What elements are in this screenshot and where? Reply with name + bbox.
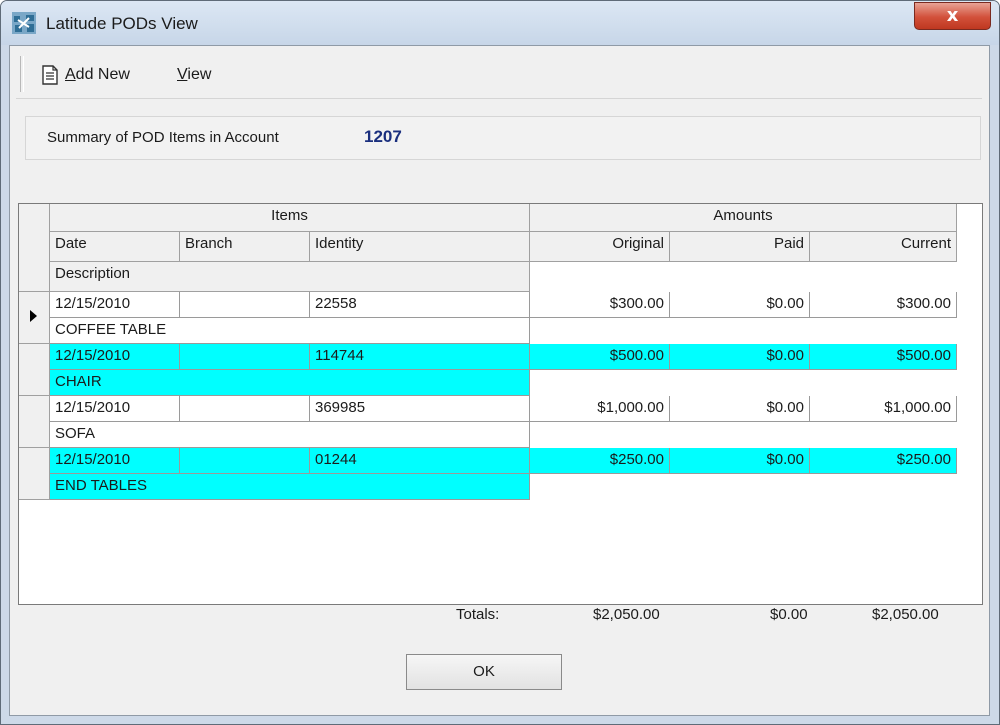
pod-items-grid[interactable]: Items Amounts Date Branch Identity Origi… xyxy=(18,203,983,605)
cell-date[interactable]: 12/15/2010 xyxy=(50,396,180,422)
column-header-branch[interactable]: Branch xyxy=(180,232,310,262)
group-header-amounts: Amounts xyxy=(530,204,957,232)
column-header-original[interactable]: Original xyxy=(530,232,670,262)
close-icon: x xyxy=(946,5,959,26)
cell-date[interactable]: 12/15/2010 xyxy=(50,448,180,474)
group-header-items: Items xyxy=(50,204,530,232)
add-new-label: Add New xyxy=(65,66,130,83)
client-area: Add New View Summary of POD Items in Acc… xyxy=(9,45,990,716)
cell-branch[interactable] xyxy=(180,448,310,474)
cell-original[interactable]: $1,000.00 xyxy=(530,396,670,422)
cell-original[interactable]: $300.00 xyxy=(530,292,670,318)
document-icon xyxy=(42,65,58,85)
cell-current[interactable]: $250.00 xyxy=(810,448,957,474)
account-number: 1207 xyxy=(364,127,402,146)
toolbar: Add New View xyxy=(16,50,982,99)
view-label: View xyxy=(177,66,212,83)
cell-paid[interactable]: $0.00 xyxy=(670,396,810,422)
total-paid: $0.00 xyxy=(770,606,808,623)
cell-original[interactable]: $500.00 xyxy=(530,344,670,370)
current-row-arrow-icon xyxy=(30,310,37,322)
column-header-current[interactable]: Current xyxy=(810,232,957,262)
cell-identity[interactable]: 22558 xyxy=(310,292,530,318)
cell-description[interactable]: SOFA xyxy=(50,422,530,448)
cell-description[interactable]: COFFEE TABLE xyxy=(50,318,530,344)
view-menu-button[interactable]: View xyxy=(177,62,211,88)
totals-label: Totals: xyxy=(456,606,500,623)
cell-identity[interactable]: 369985 xyxy=(310,396,530,422)
cell-identity[interactable]: 01244 xyxy=(310,448,530,474)
cell-description[interactable]: CHAIR xyxy=(50,370,530,396)
toolbar-grip[interactable] xyxy=(20,56,24,92)
row-selector[interactable] xyxy=(19,448,50,500)
cell-current[interactable]: $1,000.00 xyxy=(810,396,957,422)
summary-panel: Summary of POD Items in Account 1207 xyxy=(25,116,981,160)
column-header-date[interactable]: Date xyxy=(50,232,180,262)
grid-corner xyxy=(19,204,50,292)
row-selector[interactable] xyxy=(19,396,50,448)
cell-paid[interactable]: $0.00 xyxy=(670,292,810,318)
cell-original[interactable]: $250.00 xyxy=(530,448,670,474)
window-title: Latitude PODs View xyxy=(46,14,198,33)
cell-paid[interactable]: $0.00 xyxy=(670,344,810,370)
pods-view-window: Latitude PODs View x Add New View Summar… xyxy=(0,0,1000,725)
cell-identity[interactable]: 114744 xyxy=(310,344,530,370)
total-current: $2,050.00 xyxy=(872,606,939,623)
title-bar[interactable]: Latitude PODs View x xyxy=(1,1,999,45)
row-selector[interactable] xyxy=(19,344,50,396)
column-header-identity[interactable]: Identity xyxy=(310,232,530,262)
cell-description[interactable]: END TABLES xyxy=(50,474,530,500)
summary-label: Summary of POD Items in Account xyxy=(47,129,279,146)
cell-current[interactable]: $500.00 xyxy=(810,344,957,370)
column-header-paid[interactable]: Paid xyxy=(670,232,810,262)
cell-date[interactable]: 12/15/2010 xyxy=(50,292,180,318)
close-button[interactable]: x xyxy=(914,2,991,30)
row-selector[interactable] xyxy=(19,292,50,344)
add-new-button[interactable]: Add New xyxy=(41,62,130,88)
cell-branch[interactable] xyxy=(180,344,310,370)
cell-branch[interactable] xyxy=(180,292,310,318)
cell-paid[interactable]: $0.00 xyxy=(670,448,810,474)
ok-button[interactable]: OK xyxy=(406,654,562,690)
cell-branch[interactable] xyxy=(180,396,310,422)
app-icon xyxy=(12,12,36,34)
column-header-description[interactable]: Description xyxy=(50,262,530,292)
total-original: $2,050.00 xyxy=(593,606,660,623)
cell-current[interactable]: $300.00 xyxy=(810,292,957,318)
cell-date[interactable]: 12/15/2010 xyxy=(50,344,180,370)
